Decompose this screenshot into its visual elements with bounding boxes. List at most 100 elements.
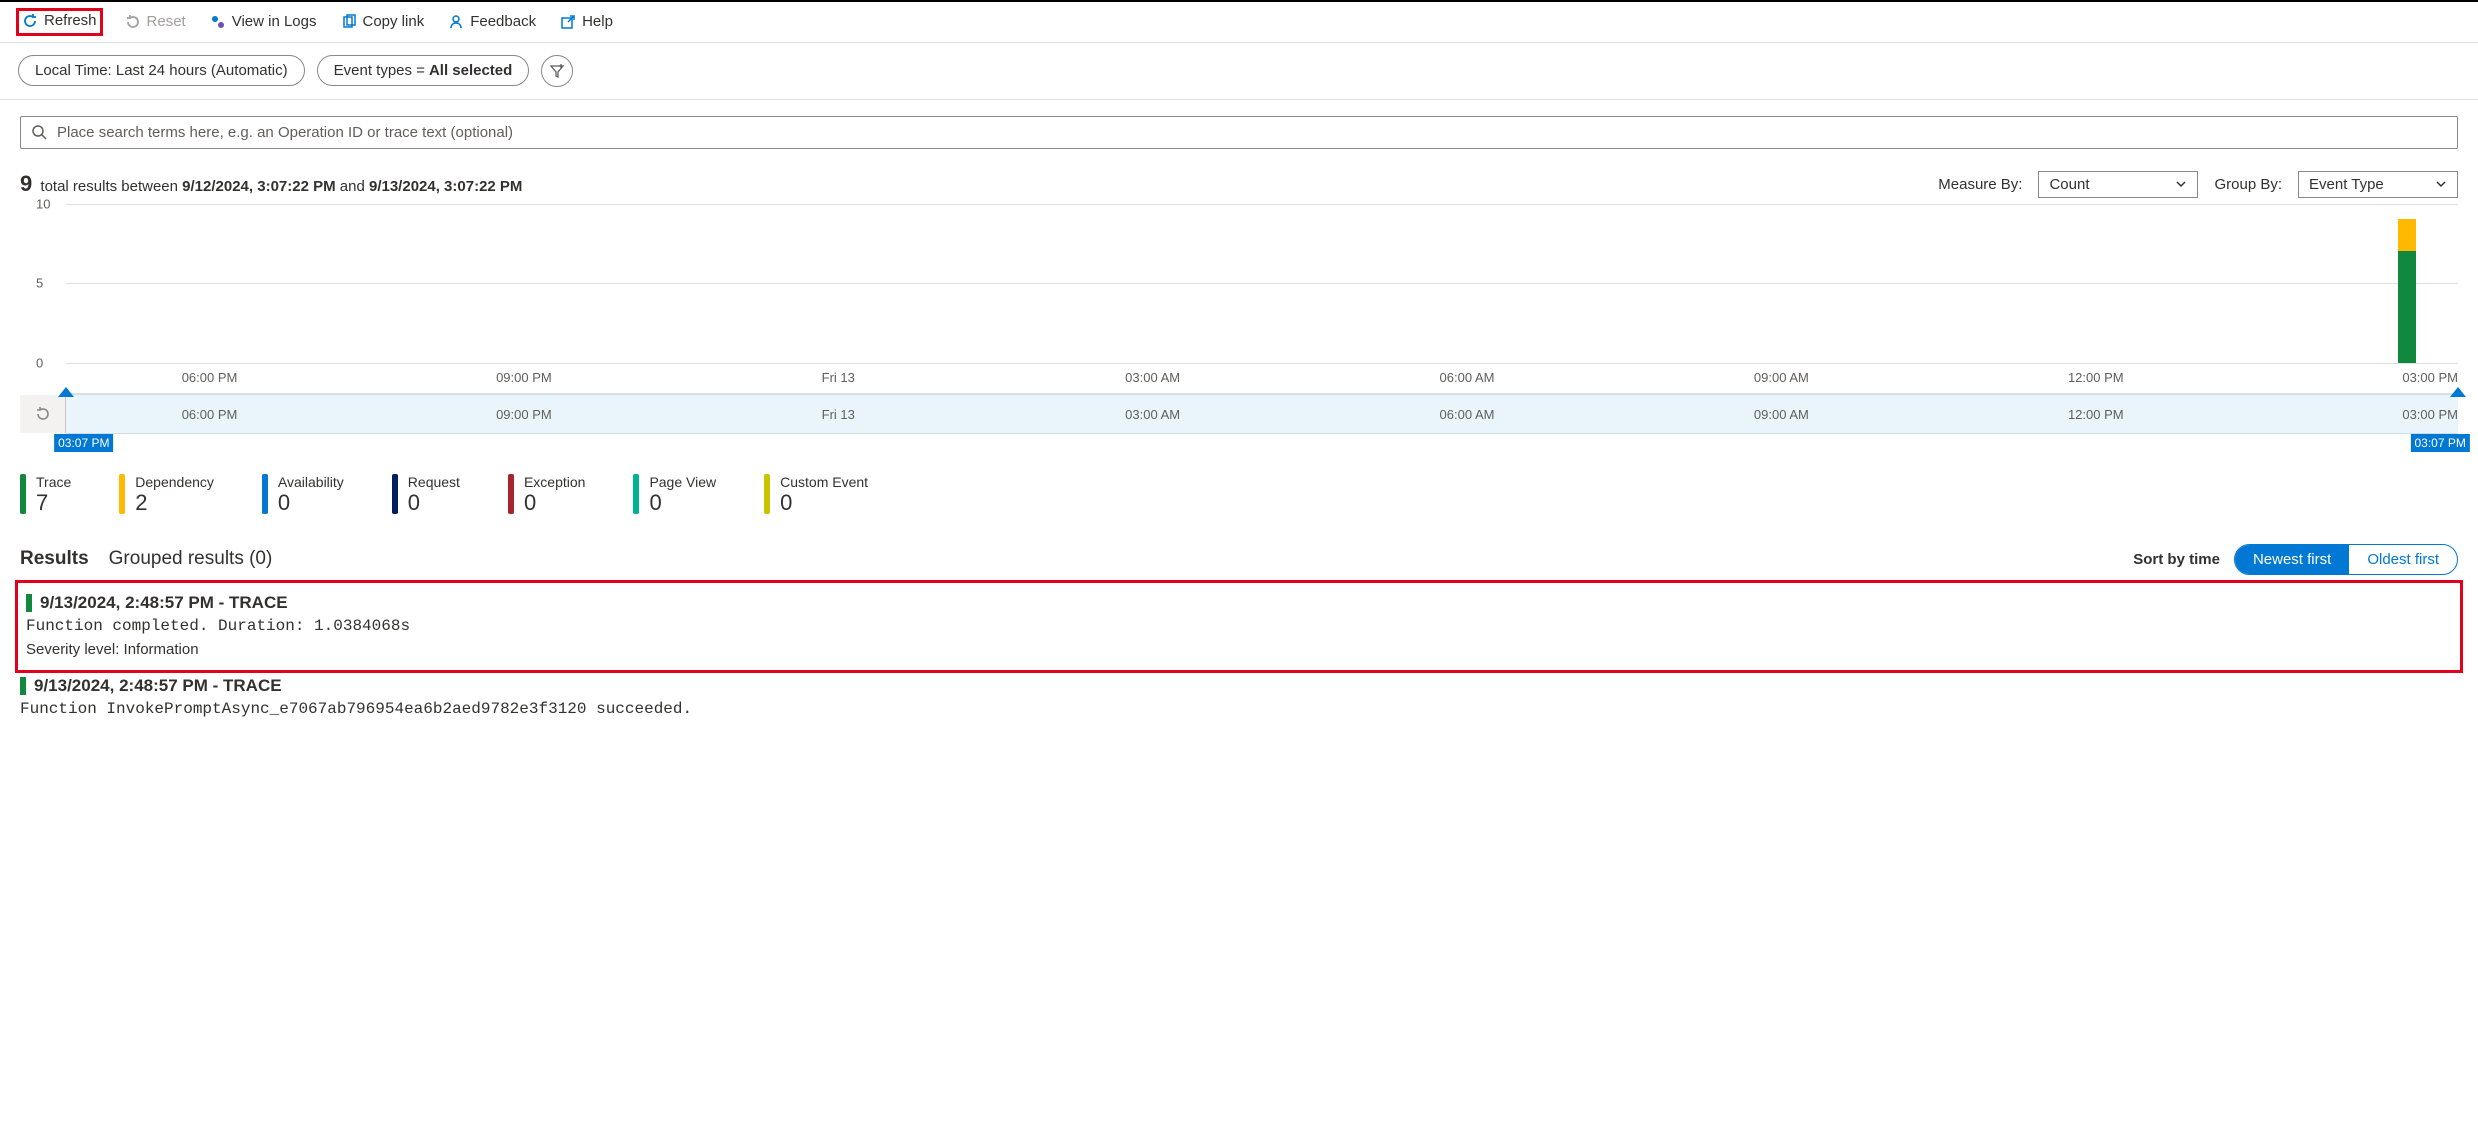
add-filter-button[interactable] bbox=[541, 55, 573, 87]
results-end-time: 9/13/2024, 3:07:22 PM bbox=[369, 178, 522, 195]
measure-by-dropdown[interactable]: Count bbox=[2038, 171, 2198, 198]
command-bar: Refresh Reset View in Logs Copy link Fee… bbox=[0, 0, 2478, 43]
legend-color-bar bbox=[392, 474, 398, 514]
legend-color-bar bbox=[20, 474, 26, 514]
result-message: Function completed. Duration: 1.0384068s bbox=[26, 617, 2452, 635]
copy-link-label: Copy link bbox=[363, 13, 425, 30]
result-header: 9/13/2024, 2:48:57 PM - TRACE bbox=[20, 676, 2458, 696]
group-by-label: Group By: bbox=[2214, 176, 2282, 193]
timeline-chart: 0510 06:00 PM 09:00 PM Fri 13 03:00 AM 06:00… bbox=[20, 204, 2458, 456]
xtick: 03:00 AM bbox=[1125, 407, 1180, 422]
xtick: 06:00 AM bbox=[1440, 370, 1495, 385]
legend-item[interactable]: Page View0 bbox=[633, 474, 716, 516]
xtick: 03:00 PM bbox=[2402, 370, 2458, 385]
brush-end-label: 03:07 PM bbox=[2411, 434, 2470, 452]
feedback-button[interactable]: Feedback bbox=[448, 13, 536, 30]
copy-link-button[interactable]: Copy link bbox=[341, 13, 425, 30]
event-types-prefix: Event types = bbox=[334, 62, 425, 79]
chart-brush[interactable]: 06:00 PM09:00 PMFri 1303:00 AM06:00 AM09… bbox=[66, 394, 2458, 434]
legend-count: 2 bbox=[135, 490, 214, 516]
undo-icon bbox=[35, 406, 51, 422]
chart-legend: Trace7Dependency2Availability0Request0Ex… bbox=[20, 474, 2458, 516]
legend-color-bar bbox=[262, 474, 268, 514]
gridline bbox=[66, 363, 2458, 364]
search-input[interactable] bbox=[55, 123, 2447, 142]
result-item[interactable]: 9/13/2024, 2:48:57 PM - TRACE Function co… bbox=[20, 585, 2458, 668]
brush-handle-left[interactable] bbox=[58, 387, 74, 397]
xtick: 06:00 PM bbox=[182, 370, 238, 385]
legend-item[interactable]: Dependency2 bbox=[119, 474, 214, 516]
search-icon bbox=[31, 124, 47, 140]
chart-bar-segment bbox=[2398, 219, 2416, 251]
xtick: 09:00 PM bbox=[496, 407, 552, 422]
results-total-count: 9 bbox=[20, 171, 32, 196]
undo-icon bbox=[125, 14, 141, 30]
results-start-time: 9/12/2024, 3:07:22 PM bbox=[182, 178, 335, 195]
refresh-button[interactable]: Refresh bbox=[22, 12, 97, 29]
legend-item[interactable]: Availability0 bbox=[262, 474, 344, 516]
logs-icon bbox=[210, 14, 226, 30]
chart-reset-zoom-button[interactable] bbox=[20, 395, 66, 433]
xtick: 06:00 PM bbox=[182, 407, 238, 422]
time-range-text: Local Time: Last 24 hours (Automatic) bbox=[35, 62, 288, 79]
legend-label: Trace bbox=[36, 474, 71, 490]
feedback-label: Feedback bbox=[470, 13, 536, 30]
view-in-logs-button[interactable]: View in Logs bbox=[210, 13, 317, 30]
copy-icon bbox=[341, 14, 357, 30]
xtick: Fri 13 bbox=[822, 407, 855, 422]
time-range-filter-pill[interactable]: Local Time: Last 24 hours (Automatic) bbox=[18, 55, 305, 86]
filter-add-icon bbox=[549, 63, 565, 79]
event-types-filter-pill[interactable]: Event types = All selected bbox=[317, 55, 530, 86]
legend-item[interactable]: Custom Event0 bbox=[764, 474, 868, 516]
sort-newest-first[interactable]: Newest first bbox=[2235, 545, 2349, 574]
result-message: Function InvokePromptAsync_e7067ab796954… bbox=[20, 700, 2458, 718]
chart-bar-segment bbox=[2398, 251, 2416, 363]
result-severity: Severity level: Information bbox=[26, 641, 2452, 658]
legend-count: 0 bbox=[278, 490, 344, 516]
sort-oldest-first[interactable]: Oldest first bbox=[2349, 545, 2457, 574]
chart-bar[interactable] bbox=[2398, 219, 2416, 363]
brush-start-label: 03:07 PM bbox=[54, 434, 113, 452]
measure-by-value: Count bbox=[2049, 176, 2089, 193]
results-list: 9/13/2024, 2:48:57 PM - TRACE Function co… bbox=[20, 585, 2458, 728]
result-type-bar bbox=[20, 677, 26, 695]
group-by-dropdown[interactable]: Event Type bbox=[2298, 171, 2458, 198]
tab-grouped-results[interactable]: Grouped results (0) bbox=[109, 548, 273, 570]
xtick: 03:00 AM bbox=[1125, 370, 1180, 385]
legend-count: 0 bbox=[780, 490, 868, 516]
chevron-down-icon bbox=[2175, 178, 2187, 190]
tab-results[interactable]: Results bbox=[20, 548, 89, 570]
legend-color-bar bbox=[764, 474, 770, 514]
group-by-value: Event Type bbox=[2309, 176, 2384, 193]
legend-item[interactable]: Trace7 bbox=[20, 474, 71, 516]
legend-color-bar bbox=[119, 474, 125, 514]
measure-by-label: Measure By: bbox=[1938, 176, 2022, 193]
xtick: 09:00 AM bbox=[1754, 370, 1809, 385]
ytick: 5 bbox=[36, 276, 43, 291]
legend-label: Availability bbox=[278, 474, 344, 490]
brush-handle-right[interactable] bbox=[2450, 387, 2466, 397]
result-item[interactable]: 9/13/2024, 2:48:57 PM - TRACE Function In… bbox=[20, 668, 2458, 728]
legend-label: Custom Event bbox=[780, 474, 868, 490]
xtick: 03:00 PM bbox=[2402, 407, 2458, 422]
legend-item[interactable]: Exception0 bbox=[508, 474, 585, 516]
ytick: 10 bbox=[36, 196, 50, 211]
legend-label: Page View bbox=[649, 474, 716, 490]
xtick: 12:00 PM bbox=[2068, 407, 2124, 422]
view-in-logs-label: View in Logs bbox=[232, 13, 317, 30]
legend-color-bar bbox=[508, 474, 514, 514]
legend-label: Dependency bbox=[135, 474, 214, 490]
feedback-icon bbox=[448, 14, 464, 30]
filter-bar: Local Time: Last 24 hours (Automatic) Ev… bbox=[0, 43, 2478, 100]
sort-by-time-label: Sort by time bbox=[2133, 551, 2220, 568]
legend-label: Exception bbox=[524, 474, 585, 490]
chart-xaxis-top: 06:00 PM09:00 PMFri 1303:00 AM06:00 AM09… bbox=[66, 370, 2458, 394]
legend-item[interactable]: Request0 bbox=[392, 474, 460, 516]
result-title: 9/13/2024, 2:48:57 PM - TRACE bbox=[40, 593, 288, 613]
help-button[interactable]: Help bbox=[560, 13, 613, 30]
help-label: Help bbox=[582, 13, 613, 30]
chart-plot-area[interactable]: 0510 bbox=[66, 204, 2458, 364]
legend-label: Request bbox=[408, 474, 460, 490]
search-box[interactable] bbox=[20, 116, 2458, 149]
xtick: 06:00 AM bbox=[1440, 407, 1495, 422]
